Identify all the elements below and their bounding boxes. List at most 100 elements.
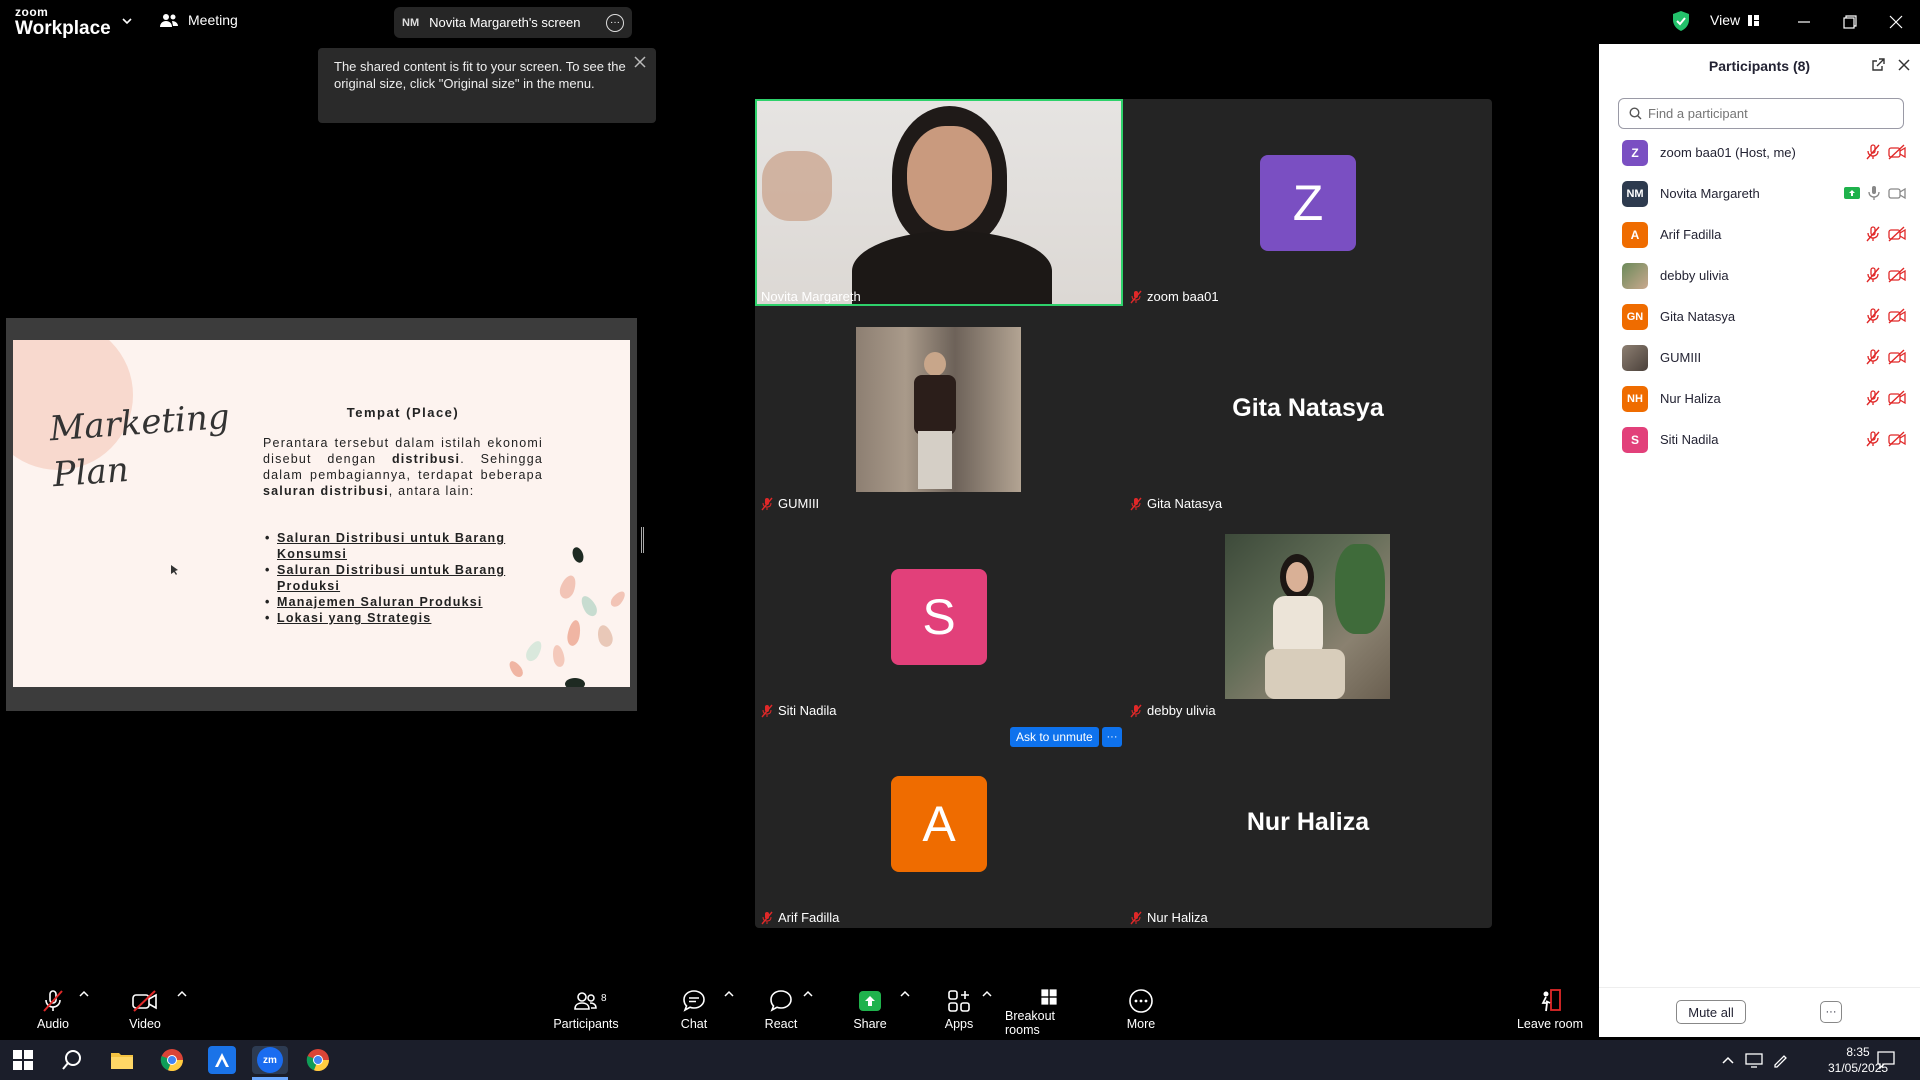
participant-row[interactable]: GUMIII: [1599, 337, 1920, 378]
video-tile[interactable]: Z zoom baa01: [1124, 99, 1492, 306]
chat-button[interactable]: Chat: [674, 980, 714, 1037]
mic-off-icon: [761, 497, 773, 510]
participant-row[interactable]: GN Gita Natasya: [1599, 296, 1920, 337]
more-label: More: [1126, 1017, 1156, 1031]
video-off-icon[interactable]: [1888, 144, 1906, 160]
participant-name: zoom baa01 (Host, me): [1660, 145, 1796, 160]
leave-room-icon: [1541, 989, 1561, 1012]
chevron-up-icon[interactable]: [803, 990, 813, 998]
participant-row[interactable]: S Siti Nadila: [1599, 419, 1920, 460]
list-item: Saluran Distribusi untuk Barang Produksi: [263, 562, 553, 594]
file-explorer-icon[interactable]: [108, 1046, 136, 1074]
zoom-taskbar-icon[interactable]: zm: [252, 1046, 288, 1074]
video-grid: Novita Margareth Z zoom baa01 GUMIII Git…: [755, 99, 1492, 928]
windows-start-icon[interactable]: [9, 1046, 37, 1074]
participant-row[interactable]: A Arif Fadilla: [1599, 214, 1920, 255]
chrome-icon[interactable]: [158, 1046, 186, 1074]
mic-off-icon[interactable]: [1866, 390, 1880, 406]
participant-search-field[interactable]: [1618, 98, 1904, 129]
mic-icon[interactable]: [1868, 185, 1880, 201]
search-icon[interactable]: [58, 1046, 86, 1074]
tile-more-button[interactable]: ···: [1102, 727, 1122, 747]
participant-row[interactable]: NM Novita Margareth: [1599, 173, 1920, 214]
mic-off-icon[interactable]: [1866, 144, 1880, 160]
video-off-icon[interactable]: [1888, 349, 1906, 365]
participant-row[interactable]: Z zoom baa01 (Host, me): [1599, 132, 1920, 173]
video-button[interactable]: Video: [125, 980, 165, 1037]
video-icon[interactable]: [1888, 185, 1906, 201]
restore-icon[interactable]: [1838, 10, 1862, 34]
mic-off-icon: [761, 704, 773, 717]
avatar: GN: [1622, 303, 1648, 330]
close-icon[interactable]: [632, 54, 648, 70]
view-button[interactable]: View: [1710, 12, 1760, 28]
chevron-up-icon[interactable]: [79, 990, 89, 998]
chrome-icon[interactable]: [304, 1046, 332, 1074]
chevron-up-icon[interactable]: [900, 990, 910, 998]
video-off-icon[interactable]: [1888, 431, 1906, 447]
react-button[interactable]: React: [760, 980, 802, 1037]
video-off-icon[interactable]: [1888, 308, 1906, 324]
meeting-menu[interactable]: Meeting: [160, 12, 238, 28]
minimize-icon[interactable]: [1792, 10, 1816, 34]
share-button[interactable]: Share: [850, 980, 890, 1037]
apps-button[interactable]: Apps: [942, 980, 976, 1037]
video-off-icon[interactable]: [1888, 390, 1906, 406]
notifications-icon[interactable]: [1876, 1050, 1896, 1070]
mic-off-icon[interactable]: [1866, 431, 1880, 447]
close-icon[interactable]: [1896, 57, 1912, 73]
mic-off-icon: [761, 911, 773, 924]
screen-share-indicator[interactable]: NM Novita Margareth's screen ···: [394, 7, 632, 38]
video-tile[interactable]: S Siti Nadila: [755, 513, 1123, 720]
pop-out-icon[interactable]: [1870, 57, 1886, 73]
mic-off-icon[interactable]: [1866, 267, 1880, 283]
video-off-icon[interactable]: [1888, 267, 1906, 283]
close-icon[interactable]: [1884, 10, 1908, 34]
participant-row[interactable]: debby ulivia: [1599, 255, 1920, 296]
avatar: NH: [1622, 385, 1648, 412]
video-tile[interactable]: debby ulivia: [1124, 513, 1492, 720]
share-label: Novita Margareth's screen: [429, 15, 581, 30]
chevron-up-icon[interactable]: [177, 990, 187, 998]
share-label: Share: [853, 1017, 887, 1031]
app-store-icon[interactable]: [208, 1046, 236, 1074]
breakout-label: Breakout rooms: [1005, 1009, 1056, 1037]
chevron-up-icon[interactable]: [1722, 1055, 1734, 1065]
mic-off-icon[interactable]: [1866, 226, 1880, 242]
video-off-icon[interactable]: [1888, 226, 1906, 242]
resize-handle[interactable]: [641, 527, 644, 553]
avatar: A: [891, 776, 987, 872]
react-icon: [770, 990, 792, 1012]
participant-name: Arif Fadilla: [1660, 227, 1722, 242]
participants-button[interactable]: Participants: [552, 980, 620, 1037]
tile-name-label: debby ulivia: [1130, 703, 1216, 718]
mic-off-icon: [1130, 497, 1142, 510]
mute-all-button[interactable]: Mute all: [1676, 1000, 1746, 1024]
video-tile[interactable]: A Arif Fadilla: [755, 720, 1123, 927]
audio-button[interactable]: Audio: [33, 980, 73, 1037]
network-icon[interactable]: [1745, 1052, 1763, 1068]
shield-check-icon[interactable]: [1671, 10, 1691, 32]
video-tile[interactable]: Novita Margareth: [755, 99, 1123, 306]
chevron-down-icon[interactable]: [120, 14, 134, 28]
video-tile[interactable]: Gita Natasya Gita Natasya: [1124, 306, 1492, 513]
video-tile[interactable]: Nur Haliza Nur Haliza: [1124, 720, 1492, 927]
shared-slide[interactable]: Marketing Plan Tempat (Place) Perantara …: [13, 340, 630, 687]
chevron-up-icon[interactable]: [724, 990, 734, 998]
chevron-up-icon[interactable]: [982, 990, 992, 998]
participant-name: Nur Haliza: [1660, 391, 1721, 406]
more-button[interactable]: More: [1121, 980, 1161, 1037]
breakout-rooms-button[interactable]: Breakout rooms: [1005, 980, 1093, 1037]
ask-to-unmute-button[interactable]: Ask to unmute: [1010, 727, 1099, 747]
panel-more-button[interactable]: ···: [1820, 1001, 1842, 1023]
mouse-cursor-icon: [171, 565, 178, 575]
mic-off-icon[interactable]: [1866, 349, 1880, 365]
leave-room-button[interactable]: Leave room: [1515, 980, 1585, 1037]
pen-icon[interactable]: [1772, 1052, 1790, 1068]
participant-search-input[interactable]: [1648, 106, 1898, 121]
mic-off-icon: [1130, 290, 1142, 303]
share-options-icon[interactable]: ···: [606, 13, 624, 32]
mic-off-icon[interactable]: [1866, 308, 1880, 324]
participant-row[interactable]: NH Nur Haliza: [1599, 378, 1920, 419]
video-tile[interactable]: GUMIII: [755, 306, 1123, 513]
